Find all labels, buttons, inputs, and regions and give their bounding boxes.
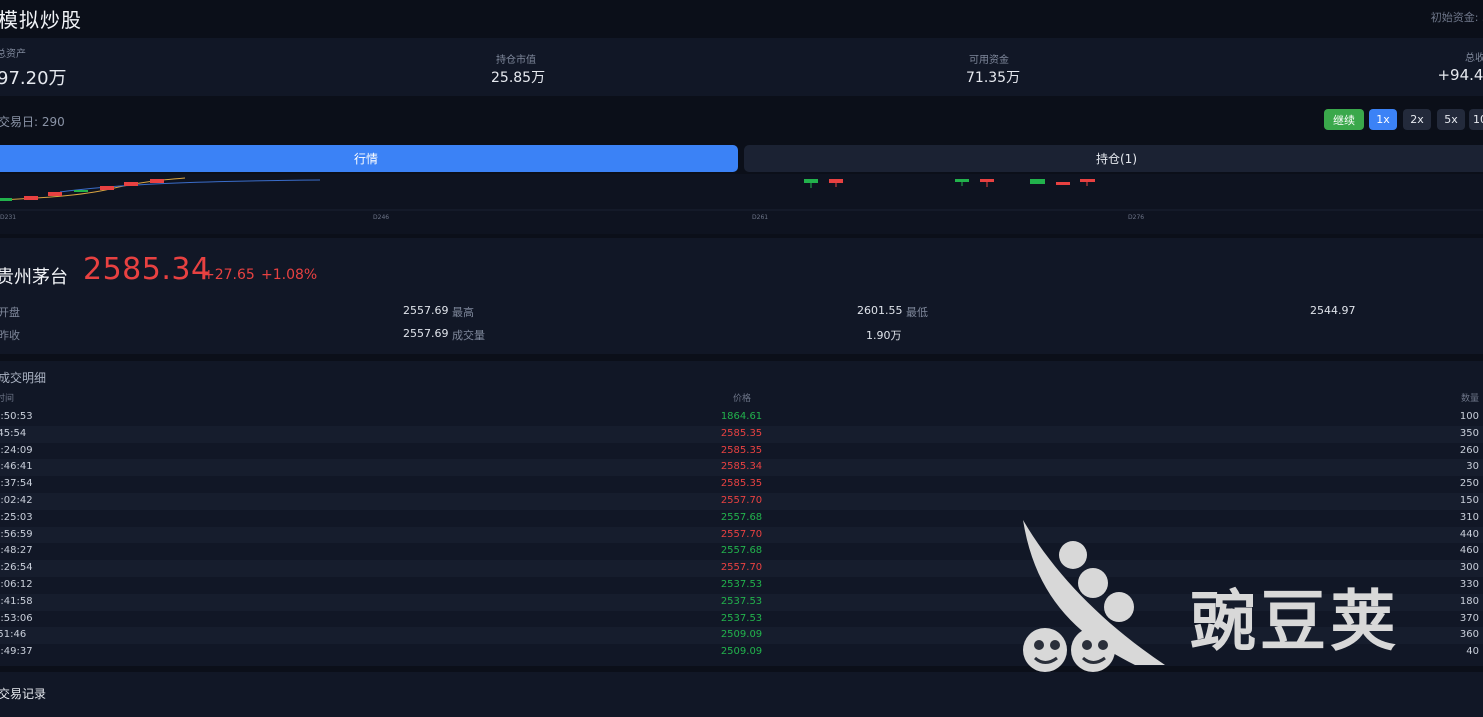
low-value: 2544.97 xyxy=(1310,304,1356,317)
candle xyxy=(1030,179,1045,184)
chart-x-tick: D261 xyxy=(752,214,768,221)
candle xyxy=(1080,179,1095,182)
trade-detail-title: 成交明细 xyxy=(0,371,47,385)
table-row: 2:46:412585.3430 xyxy=(0,459,1483,477)
candle xyxy=(150,179,164,183)
trade-qty: 250 xyxy=(1459,478,1479,490)
trade-qty: 330 xyxy=(1459,578,1479,590)
speed-1x-button[interactable]: 1x xyxy=(1369,109,1397,130)
candle xyxy=(48,192,62,196)
trade-qty: 300 xyxy=(1459,562,1479,574)
speed-10x-button[interactable]: 10 xyxy=(1469,109,1483,130)
trade-price: 2585.35 xyxy=(720,444,763,456)
col-header-price: 价格 xyxy=(733,394,752,404)
speed-5x-button[interactable]: 5x xyxy=(1437,109,1465,130)
table-row: :45:542585.35350 xyxy=(0,425,1483,443)
candle xyxy=(980,179,994,182)
kline-chart[interactable]: D231 D246 D261 D276 xyxy=(0,174,1483,234)
trade-qty: 30 xyxy=(1466,461,1479,473)
trade-price: 1864.61 xyxy=(720,411,763,422)
volume-label: 成交量 xyxy=(452,329,485,342)
total-assets-value: 97.20万 xyxy=(0,68,67,89)
stock-name: 贵州茅台 xyxy=(0,267,68,288)
kline-chart-svg: D231 D246 D261 D276 xyxy=(0,177,1483,221)
chart-x-tick: D246 xyxy=(373,214,389,221)
trade-qty: 260 xyxy=(1459,444,1479,456)
total-profit-value: +94.40 xyxy=(1437,66,1483,84)
candle xyxy=(829,179,843,183)
candle xyxy=(124,182,138,186)
trade-price: 2585.35 xyxy=(720,427,763,439)
trade-qty: 100 xyxy=(1459,411,1479,422)
prev-close-label: 昨收 xyxy=(0,329,20,342)
trade-records-title: 交易记录 xyxy=(0,687,47,701)
open-value: 2557.69 xyxy=(403,304,449,317)
speed-2x-button[interactable]: 2x xyxy=(1403,109,1431,130)
candle xyxy=(804,179,818,183)
table-row: 2:37:542585.35250 xyxy=(0,476,1483,493)
chart-x-tick: D231 xyxy=(0,214,16,221)
stock-change: +27.65 xyxy=(203,267,255,283)
tab-market[interactable]: 行情 xyxy=(0,145,738,172)
col-header-qty: 数量 xyxy=(1460,394,1479,404)
trade-price: 2557.70 xyxy=(720,494,763,506)
trade-qty: 350 xyxy=(1459,427,1479,439)
candle xyxy=(74,190,88,192)
trade-qty: 40 xyxy=(1466,646,1479,658)
table-row: 9:50:531864.61100 xyxy=(0,409,1483,426)
chart-x-tick: D276 xyxy=(1128,214,1144,221)
initial-capital-label: 初始资金: 5 xyxy=(1430,11,1483,24)
candle xyxy=(0,198,12,201)
ma-line-blue xyxy=(59,179,321,193)
total-assets-label: 总资产 xyxy=(0,49,26,60)
col-header-time: 时间 xyxy=(0,394,15,404)
candle xyxy=(100,186,114,190)
trade-qty: 310 xyxy=(1459,511,1479,523)
tab-positions[interactable]: 持仓(1) xyxy=(744,145,1483,172)
stock-price: 2585.34 xyxy=(83,252,211,287)
prev-close-value: 2557.69 xyxy=(403,327,449,340)
account-summary: 总资产 97.20万 持仓市值 25.85万 可用资金 71.35万 总收益 +… xyxy=(0,38,1483,96)
high-value: 2601.55 xyxy=(857,304,903,317)
table-row: 9:24:092585.35260 xyxy=(0,443,1483,460)
candles-right xyxy=(804,179,1095,188)
position-value-value: 25.85万 xyxy=(491,70,546,86)
low-label: 最低 xyxy=(906,306,928,319)
volume-value: 1.90万 xyxy=(866,329,902,342)
open-label: 开盘 xyxy=(0,306,20,319)
continue-button[interactable]: 继续 xyxy=(1324,109,1364,130)
trade-qty: 150 xyxy=(1459,494,1479,506)
table-row: 9:02:422557.70150 xyxy=(0,492,1483,510)
trade-price: 2585.34 xyxy=(720,461,763,473)
high-label: 最高 xyxy=(452,306,474,319)
watermark-text: 豌豆荚 xyxy=(1190,583,1400,660)
trade-qty: 180 xyxy=(1459,595,1479,607)
stock-change-pct: +1.08% xyxy=(261,267,318,283)
position-value-label: 持仓市值 xyxy=(496,55,536,66)
trade-qty: 370 xyxy=(1459,612,1479,624)
candles-left xyxy=(0,179,164,201)
trade-day-label: 交易日: 290 xyxy=(0,115,65,129)
trade-price: 2585.35 xyxy=(720,478,763,490)
page-title: 模拟炒股 xyxy=(0,8,82,32)
trade-qty: 440 xyxy=(1459,528,1479,540)
candle xyxy=(1056,182,1070,185)
available-funds-label: 可用资金 xyxy=(969,55,1009,66)
candle xyxy=(24,196,38,200)
stock-quote-card xyxy=(0,238,1483,354)
candle xyxy=(955,179,969,182)
available-funds-value: 71.35万 xyxy=(966,70,1021,86)
app-header: 模拟炒股 初始资金: 5 xyxy=(0,0,1483,36)
total-profit-label: 总收益 xyxy=(1465,53,1483,64)
trade-qty: 460 xyxy=(1459,545,1479,557)
trade-qty: 360 xyxy=(1459,629,1479,641)
